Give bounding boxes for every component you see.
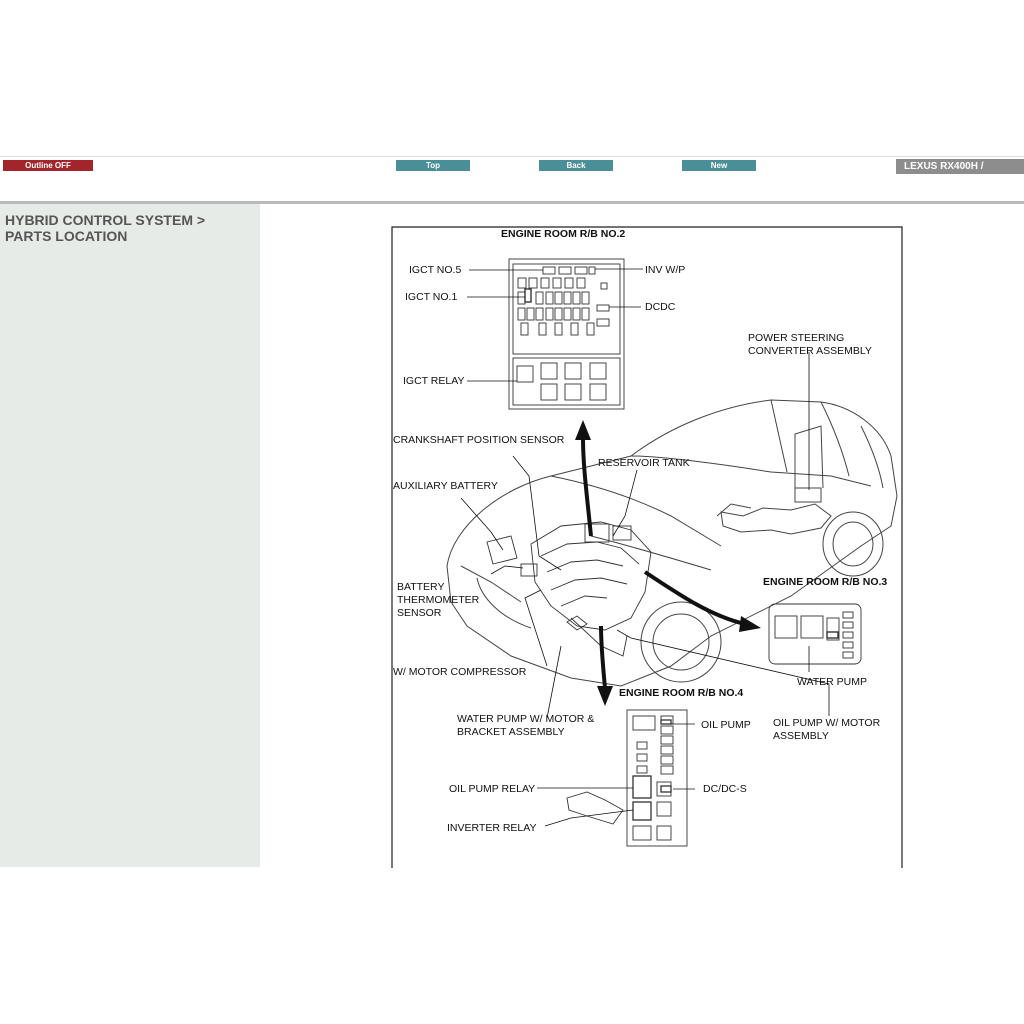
- label-igct-no5: IGCT NO.5: [409, 264, 461, 276]
- label-water-pump-motor-1: WATER PUMP W/ MOTOR &: [457, 713, 594, 725]
- label-igct-no1: IGCT NO.1: [405, 291, 457, 303]
- label-reservoir-tank: RESERVOIR TANK: [598, 457, 690, 469]
- breadcrumb-title: HYBRID CONTROL SYSTEM > PARTS LOCATION: [5, 212, 255, 244]
- relay-box-no2: [508, 258, 625, 410]
- label-oil-pump-motor-1: OIL PUMP W/ MOTOR: [773, 717, 881, 729]
- parts-location-diagram: ENGINE ROOM R/B NO.2 IGCT NO.5 INV W/P I…: [391, 226, 903, 868]
- breadcrumb-line-1: HYBRID CONTROL SYSTEM >: [5, 212, 206, 228]
- label-motor-compressor: W/ MOTOR COMPRESSOR: [393, 666, 527, 678]
- sidebar: HYBRID CONTROL SYSTEM > PARTS LOCATION: [0, 204, 260, 867]
- label-battery-therm-3: SENSOR: [397, 607, 442, 619]
- label-engine-room-rb2: ENGINE ROOM R/B NO.2: [501, 228, 625, 240]
- outline-off-button[interactable]: Outline OFF: [3, 160, 93, 171]
- label-power-steering-2: CONVERTER ASSEMBLY: [748, 345, 872, 357]
- engine-illustration: [486, 521, 652, 657]
- label-power-steering-1: POWER STEERING: [748, 332, 844, 344]
- label-inverter-relay: INVERTER RELAY: [447, 822, 536, 834]
- model-label: LEXUS RX400H /: [896, 159, 1024, 174]
- relay-box-no3: [768, 603, 862, 665]
- toolbar: Outline OFF Top Back New LEXUS RX400H /: [0, 156, 1024, 203]
- label-inv-wp: INV W/P: [645, 264, 685, 276]
- breadcrumb-line-2: PARTS LOCATION: [5, 228, 128, 244]
- label-dc-dc-s: DC/DC-S: [703, 783, 747, 795]
- label-oil-pump-relay: OIL PUMP RELAY: [449, 783, 535, 795]
- label-engine-room-rb4: ENGINE ROOM R/B NO.4: [619, 687, 743, 699]
- label-oil-pump: OIL PUMP: [701, 719, 751, 731]
- top-button[interactable]: Top: [396, 160, 470, 171]
- label-oil-pump-motor-2: ASSEMBLY: [773, 730, 829, 742]
- label-engine-room-rb3: ENGINE ROOM R/B NO.3: [763, 576, 887, 588]
- back-button[interactable]: Back: [539, 160, 613, 171]
- label-auxiliary-battery: AUXILIARY BATTERY: [393, 480, 498, 492]
- label-water-pump: WATER PUMP: [797, 676, 867, 688]
- label-water-pump-motor-2: BRACKET ASSEMBLY: [457, 726, 565, 738]
- label-crankshaft-sensor: CRANKSHAFT POSITION SENSOR: [393, 434, 565, 446]
- label-battery-therm-1: BATTERY: [397, 581, 444, 593]
- relay-box-no4: [566, 709, 688, 847]
- label-dcdc: DCDC: [645, 301, 676, 313]
- new-button[interactable]: New: [682, 160, 756, 171]
- label-igct-relay: IGCT RELAY: [403, 375, 464, 387]
- label-battery-therm-2: THERMOMETER: [397, 594, 480, 606]
